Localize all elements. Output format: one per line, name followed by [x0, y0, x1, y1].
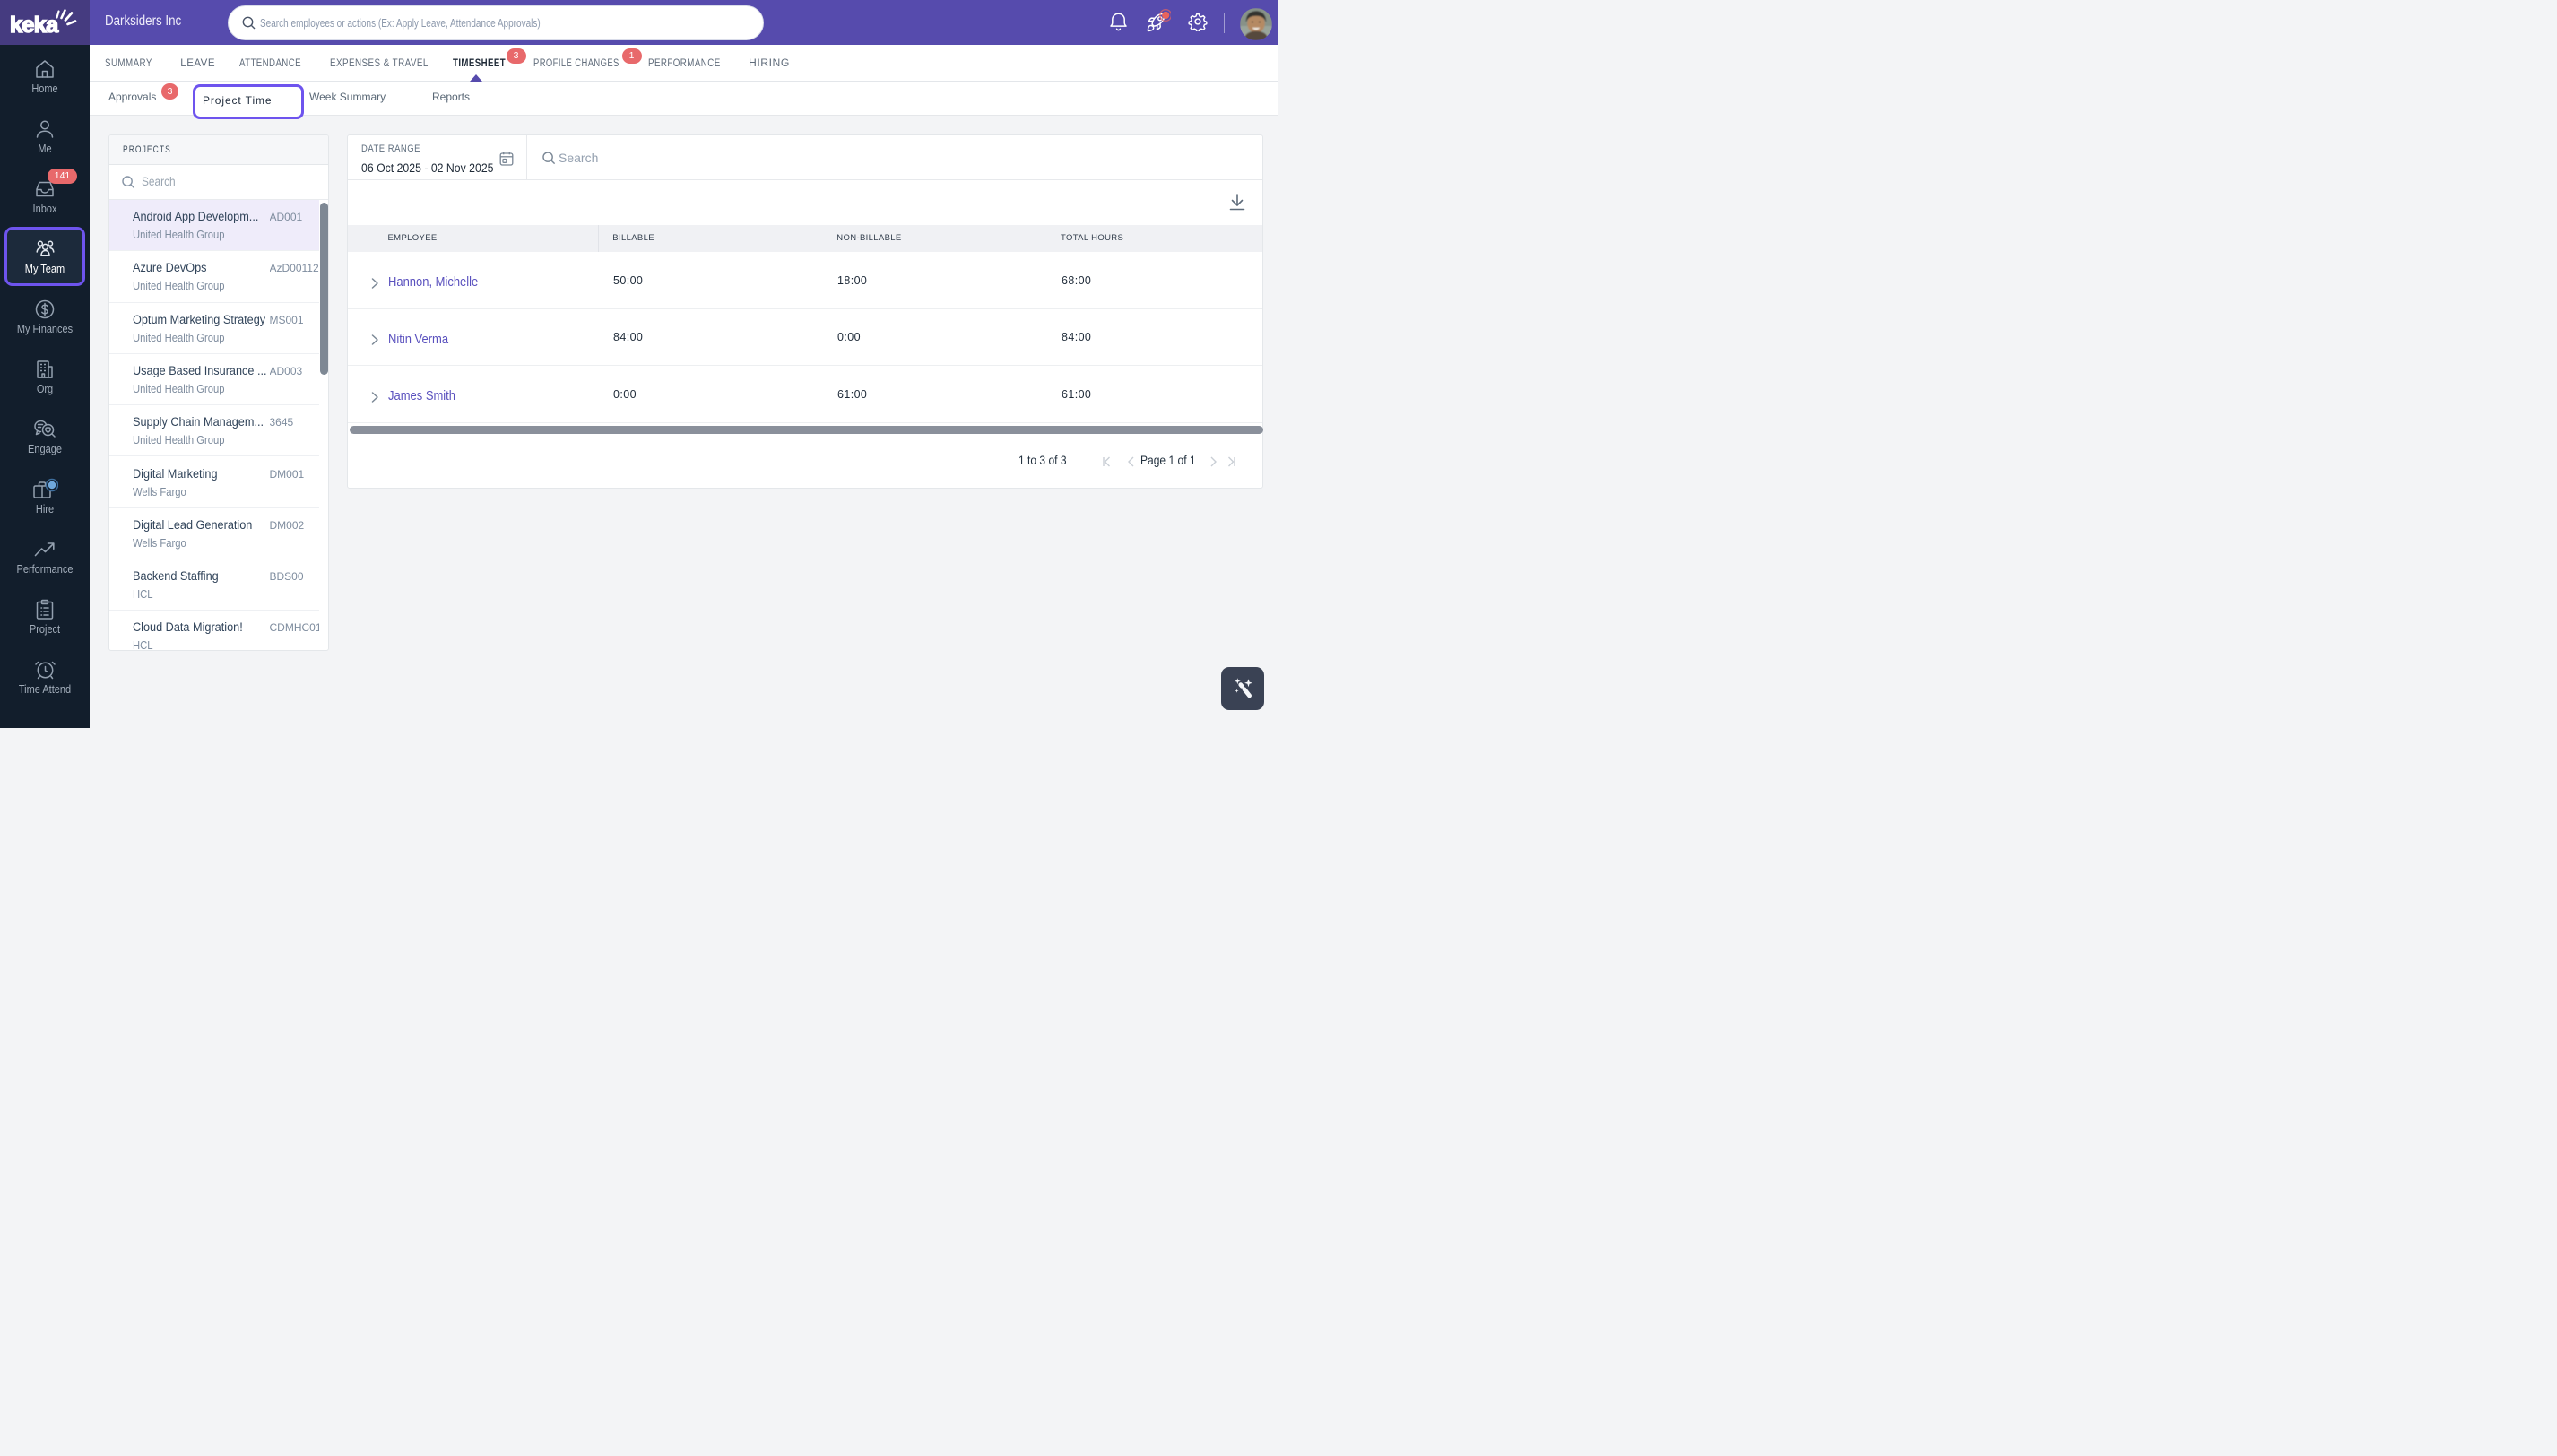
svg-text:keka: keka	[10, 13, 59, 38]
